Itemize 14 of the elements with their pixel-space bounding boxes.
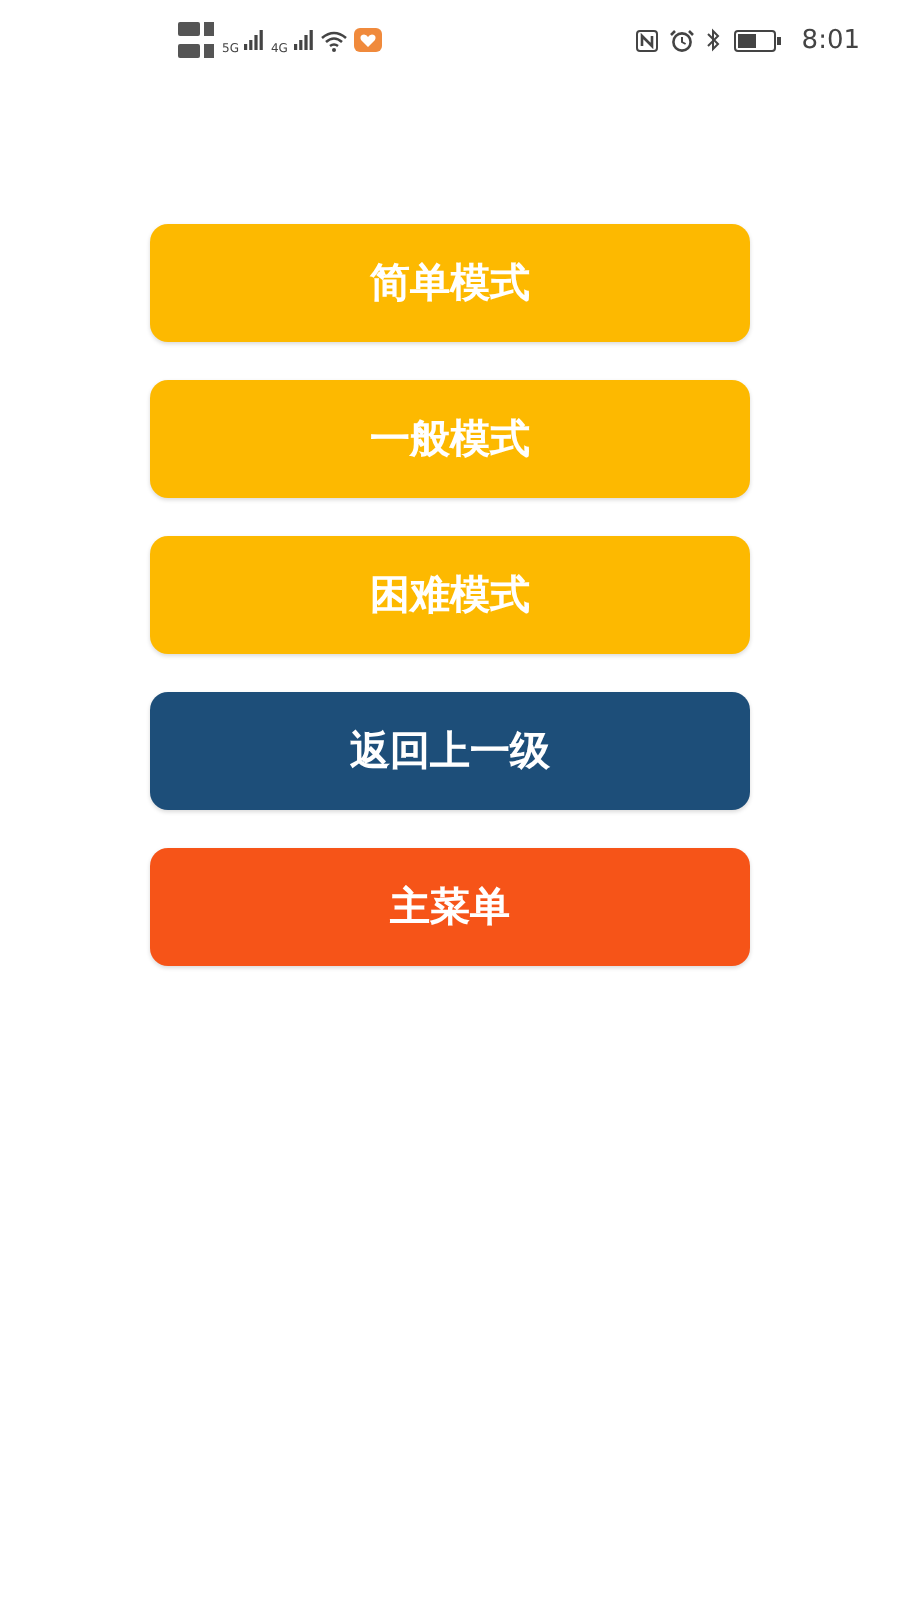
menu-button[interactable]: 简单模式 bbox=[150, 224, 750, 342]
sim-card-icon bbox=[176, 18, 216, 62]
signal-icon bbox=[244, 30, 265, 50]
alarm-icon bbox=[669, 29, 694, 51]
nfc-icon bbox=[635, 29, 658, 51]
bluetooth-icon bbox=[705, 28, 722, 52]
battery-icon bbox=[733, 29, 782, 51]
signal-icon bbox=[293, 30, 314, 50]
menu-button[interactable]: 返回上一级 bbox=[150, 692, 750, 810]
clock-time: 8:01 bbox=[801, 25, 860, 55]
menu-button[interactable]: 主菜单 bbox=[150, 848, 750, 966]
menu-button[interactable]: 一般模式 bbox=[150, 380, 750, 498]
wifi-icon bbox=[319, 29, 348, 51]
menu-button[interactable]: 困难模式 bbox=[150, 536, 750, 654]
